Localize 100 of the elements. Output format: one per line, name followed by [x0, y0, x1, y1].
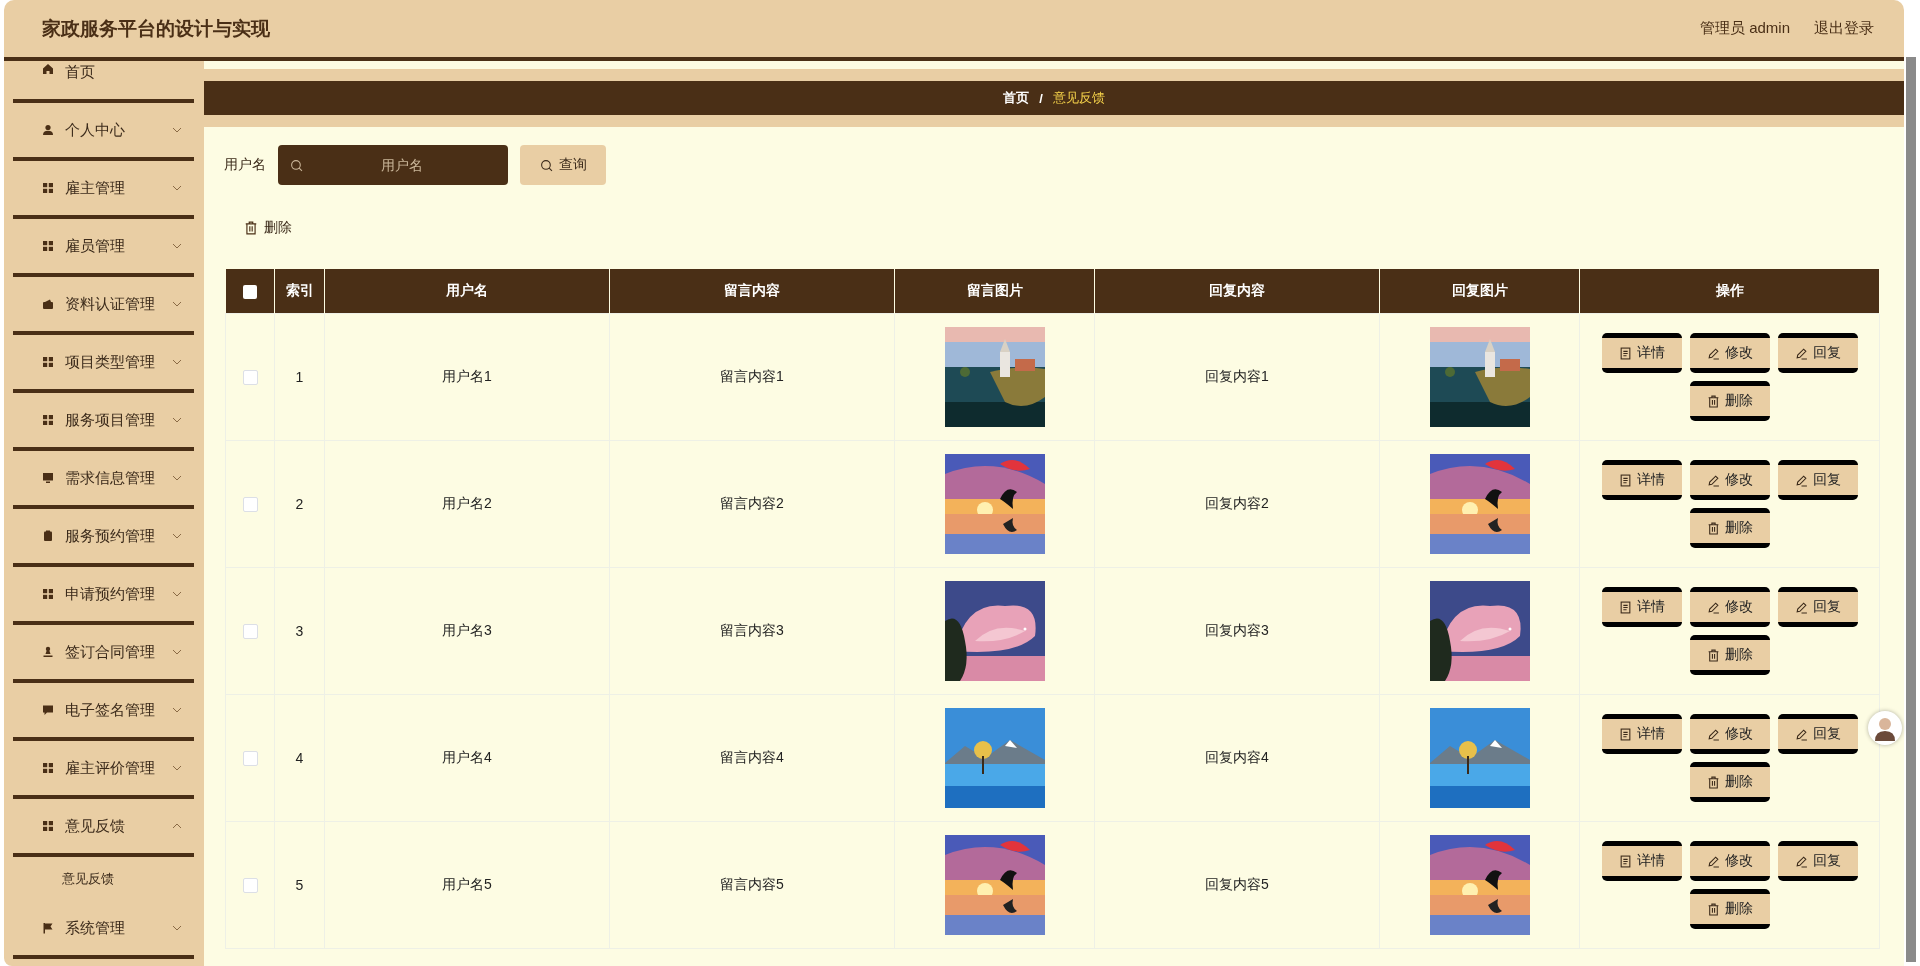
action-button[interactable]: 详情: [1601, 714, 1682, 754]
pencil-icon: [1794, 854, 1808, 868]
delete-button[interactable]: 删除: [242, 215, 294, 241]
table-cell: 留言内容2: [609, 440, 895, 568]
pencil-icon: [1706, 854, 1720, 868]
sidebar-item[interactable]: 意见反馈: [13, 799, 194, 857]
action-button[interactable]: 修改: [1689, 714, 1770, 754]
grid-icon: [42, 820, 54, 832]
chevron-icon: [172, 707, 182, 713]
table-cell: 留言内容3: [609, 567, 895, 695]
sidebar-item[interactable]: 电子签名管理: [13, 683, 194, 741]
sidebar-item[interactable]: 个人中心: [13, 103, 194, 161]
breadcrumb-link[interactable]: 首页: [1003, 89, 1030, 107]
search-field[interactable]: 用户名: [278, 145, 508, 185]
action-button[interactable]: 修改: [1689, 460, 1770, 500]
action-button[interactable]: 修改: [1689, 841, 1770, 881]
table-cell: 2: [274, 440, 325, 568]
action-button[interactable]: 回复: [1777, 587, 1858, 627]
sidebar-item[interactable]: 项目类型管理: [13, 335, 194, 393]
app-title: 家政服务平台的设计与实现: [42, 16, 270, 41]
action-button[interactable]: 回复: [1777, 841, 1858, 881]
chevron-icon: [172, 359, 182, 365]
pencil-icon: [1706, 600, 1720, 614]
sidebar-item[interactable]: 雇主评价管理: [13, 741, 194, 799]
action-button[interactable]: 回复: [1777, 714, 1858, 754]
pencil-icon: [1794, 727, 1808, 741]
chevron-icon: [172, 649, 182, 655]
action-button[interactable]: 详情: [1601, 460, 1682, 500]
sidebar-item[interactable]: 资料认证管理: [13, 277, 194, 335]
sidebar-item[interactable]: 首页: [13, 61, 194, 103]
sidebar-item[interactable]: 雇员管理: [13, 219, 194, 277]
trash-icon: [1706, 902, 1720, 916]
chevron-icon: [172, 301, 182, 307]
action-button[interactable]: 详情: [1601, 587, 1682, 627]
sidebar-item[interactable]: 需求信息管理: [13, 451, 194, 509]
sidebar-item[interactable]: 服务预约管理: [13, 509, 194, 567]
flag-icon: [42, 922, 54, 934]
submenu-item[interactable]: 意见反馈: [4, 857, 204, 901]
sidebar-item[interactable]: 系统管理: [13, 901, 194, 959]
action-button[interactable]: 回复: [1777, 333, 1858, 373]
table-cell: 回复内容1: [1094, 313, 1380, 441]
sidebar-item[interactable]: 申请预约管理: [13, 567, 194, 625]
chevron-icon: [172, 185, 182, 191]
select-all-checkbox[interactable]: [242, 285, 257, 300]
document-icon: [1618, 346, 1632, 360]
breadcrumb-link[interactable]: 意见反馈: [1052, 89, 1105, 107]
action-button[interactable]: 删除: [1689, 889, 1770, 929]
document-icon: [1618, 854, 1632, 868]
grid-icon: [42, 182, 54, 194]
scrollbar[interactable]: [1906, 57, 1916, 962]
table-cell: 回复内容5: [1094, 821, 1380, 949]
trash-icon: [1706, 775, 1720, 789]
pencil-icon: [1794, 600, 1808, 614]
grid-icon: [42, 762, 54, 774]
sidebar-item[interactable]: 雇主管理: [13, 161, 194, 219]
table-cell: 用户名5: [324, 821, 610, 949]
chevron-icon: [172, 127, 182, 133]
column-header: 索引: [274, 269, 325, 314]
action-button[interactable]: 详情: [1601, 333, 1682, 373]
person-icon: [42, 124, 54, 136]
row-checkbox[interactable]: [242, 878, 258, 894]
row-checkbox[interactable]: [242, 751, 258, 767]
table-cell: 留言内容1: [609, 313, 895, 441]
row-checkbox[interactable]: [242, 624, 258, 640]
table-cell: 留言内容4: [609, 694, 895, 822]
action-button[interactable]: 修改: [1689, 333, 1770, 373]
column-header: 操作: [1579, 269, 1880, 314]
pencil-icon: [1706, 346, 1720, 360]
pencil-icon: [1794, 473, 1808, 487]
action-button[interactable]: 回复: [1777, 460, 1858, 500]
chevron-icon: [172, 475, 182, 481]
clipboard-icon: [42, 530, 54, 542]
grid-icon: [42, 356, 54, 368]
search-icon: [290, 159, 303, 172]
action-button[interactable]: 删除: [1689, 508, 1770, 548]
user-label: 管理员 admin: [1699, 19, 1790, 38]
table-cell: 回复内容4: [1094, 694, 1380, 822]
wallet-icon: [42, 298, 54, 310]
chevron-icon: [172, 823, 182, 829]
logout-link[interactable]: 退出登录: [1814, 19, 1874, 38]
search-button[interactable]: 查询: [520, 145, 606, 185]
row-checkbox[interactable]: [242, 497, 258, 513]
column-header: 留言内容: [609, 269, 895, 314]
trash-icon: [244, 221, 258, 235]
sidebar-item[interactable]: 服务项目管理: [13, 393, 194, 451]
row-checkbox[interactable]: [242, 370, 258, 386]
sidebar-item[interactable]: 签订合同管理: [13, 625, 194, 683]
breadcrumb-separator: /: [1039, 90, 1043, 106]
table-cell: 用户名2: [324, 440, 610, 568]
action-button[interactable]: 删除: [1689, 762, 1770, 802]
action-button[interactable]: 详情: [1601, 841, 1682, 881]
action-button[interactable]: 删除: [1689, 381, 1770, 421]
monitor-icon: [42, 472, 54, 484]
table-cell: 留言内容5: [609, 821, 895, 949]
action-button[interactable]: 删除: [1689, 635, 1770, 675]
column-header: 留言图片: [894, 269, 1095, 314]
action-button[interactable]: 修改: [1689, 587, 1770, 627]
chevron-icon: [172, 417, 182, 423]
home-icon: [42, 63, 54, 75]
document-icon: [1618, 600, 1632, 614]
